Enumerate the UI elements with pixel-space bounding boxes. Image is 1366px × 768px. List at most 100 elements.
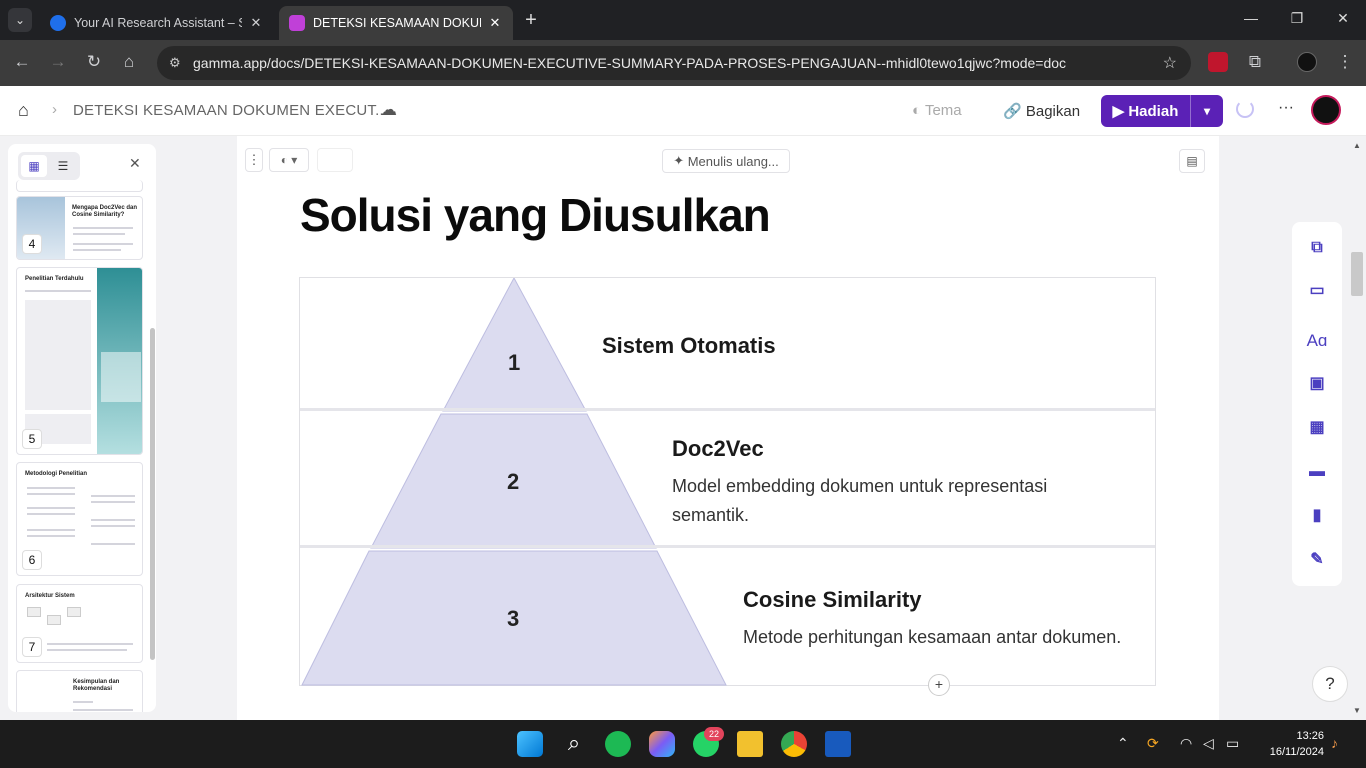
- help-button[interactable]: ?: [1312, 666, 1348, 702]
- url-text: gamma.app/docs/DETEKSI-KESAMAAN-DOKUMEN-…: [193, 55, 1067, 71]
- slide-thumb-5[interactable]: Penelitian Terdahulu 5: [16, 267, 143, 455]
- slide-number: 7: [22, 637, 42, 657]
- add-card-button[interactable]: +: [928, 674, 950, 696]
- level-description: Model embedding dokumen untuk representa…: [672, 476, 1048, 525]
- slide-title: Kesimpulan dan Rekomendasi: [73, 679, 120, 692]
- user-avatar[interactable]: [1311, 95, 1341, 125]
- minimize-icon[interactable]: —: [1228, 10, 1274, 26]
- whatsapp-badge: 22: [704, 727, 724, 741]
- pyramid-row-1[interactable]: 1 Sistem Otomatis: [300, 278, 1155, 411]
- time: 13:26: [1296, 730, 1324, 742]
- slide-thumb-7[interactable]: Arsitektur Sistem 7: [16, 584, 143, 663]
- level-number: 1: [508, 350, 521, 375]
- chrome-icon[interactable]: [781, 731, 807, 757]
- add-card-icon[interactable]: ⧉: [1305, 236, 1329, 260]
- card-menu-icon[interactable]: ⋮: [245, 148, 263, 172]
- browser-menu-icon[interactable]: ⋮: [1334, 52, 1356, 72]
- card-style-icon[interactable]: ◐ ▾: [269, 148, 309, 172]
- slide-thumb-8[interactable]: Kesimpulan dan Rekomendasi: [16, 670, 143, 712]
- extensions-puzzle-icon[interactable]: ⧉: [1244, 52, 1266, 72]
- update-icon[interactable]: ⟳: [1147, 735, 1159, 752]
- chevron-right-icon: ›: [52, 101, 57, 118]
- wifi-icon[interactable]: ◠: [1180, 735, 1192, 752]
- word-icon[interactable]: [825, 731, 851, 757]
- slide-thumb-6[interactable]: Metodologi Penelitian 6: [16, 462, 143, 576]
- browser-tab-strip: ⌄ Your AI Research Assistant – Sci ✕ DET…: [0, 0, 1366, 40]
- reload-icon[interactable]: ↻: [83, 52, 105, 72]
- play-icon: ▶: [1112, 103, 1129, 120]
- scroll-down-icon[interactable]: ▼: [1353, 706, 1361, 715]
- pyramid-diagram: 1 Sistem Otomatis 2 Doc2Vec Model embedd…: [299, 277, 1156, 686]
- scispace-favicon-icon: [50, 15, 66, 31]
- tray-overflow-icon[interactable]: ⌃: [1117, 735, 1129, 752]
- date: 16/11/2024: [1269, 746, 1324, 758]
- slide-thumb-3[interactable]: [16, 180, 143, 192]
- home-icon[interactable]: ⌂: [118, 52, 140, 72]
- breadcrumb[interactable]: DETEKSI KESAMAAN DOKUMEN EXECUT...: [73, 102, 388, 119]
- layout-icon[interactable]: ▭: [1305, 279, 1329, 303]
- pyramid-row-3[interactable]: 3 Cosine Similarity Metode perhitungan k…: [300, 551, 1155, 685]
- copilot-icon[interactable]: [649, 731, 675, 757]
- home-icon[interactable]: ⌂: [18, 100, 29, 121]
- tab-close-icon[interactable]: ✕: [487, 15, 503, 31]
- present-dropdown-icon[interactable]: ▾: [1190, 95, 1223, 127]
- sidebar-scrollbar[interactable]: [150, 328, 155, 660]
- scroll-up-icon[interactable]: ▲: [1353, 141, 1361, 150]
- bookmark-star-icon[interactable]: ☆: [1163, 53, 1177, 73]
- present-button[interactable]: ▶ Hadiah ▾: [1101, 95, 1223, 127]
- rewrite-button[interactable]: ✦ Menulis ulang...: [662, 149, 790, 173]
- share-button[interactable]: 🔗 Bagikan: [1003, 102, 1080, 120]
- extension-icon[interactable]: [1208, 52, 1228, 72]
- address-bar[interactable]: ⚙ gamma.app/docs/DETEKSI-KESAMAAN-DOKUME…: [157, 46, 1191, 80]
- more-options-icon[interactable]: ···: [1278, 99, 1294, 117]
- profile-avatar-icon[interactable]: [1297, 52, 1317, 72]
- volume-icon[interactable]: ◁: [1203, 735, 1214, 752]
- embed-icon[interactable]: ▬: [1305, 460, 1329, 484]
- tab-search-icon[interactable]: ⌄: [8, 8, 32, 32]
- system-clock[interactable]: 13:26 16/11/2024: [1260, 728, 1324, 760]
- windows-taskbar: ⌕ 22 ⌃ ⟳ ◠ ◁ ▭ 13:26 16/11/2024 ♪: [0, 720, 1366, 768]
- notes-icon[interactable]: ▤: [1179, 149, 1205, 173]
- chart-icon[interactable]: ▮: [1305, 504, 1329, 528]
- slide-title: Penelitian Terdahulu: [25, 276, 84, 282]
- cloud-offline-icon: ☁: [380, 100, 397, 119]
- sidebar-close-icon[interactable]: ✕: [129, 155, 141, 172]
- browser-toolbar: ← → ↻ ⌂ ⚙ gamma.app/docs/DETEKSI-KESAMAA…: [0, 40, 1366, 86]
- level-title: Doc2Vec: [672, 436, 764, 461]
- image-icon[interactable]: ▣: [1305, 372, 1329, 396]
- windows-start-icon[interactable]: [517, 731, 543, 757]
- theme-button[interactable]: ◐ Tema: [912, 102, 962, 119]
- level-number: 3: [507, 606, 520, 631]
- site-info-icon[interactable]: ⚙: [169, 55, 181, 71]
- pyramid-row-2[interactable]: 2 Doc2Vec Model embedding dokumen untuk …: [300, 414, 1155, 548]
- rewrite-label: Menulis ulang...: [687, 153, 779, 169]
- slide-number: 4: [22, 234, 42, 254]
- level-title: Sistem Otomatis: [602, 333, 776, 358]
- browser-tab-gamma[interactable]: DETEKSI KESAMAAN DOKUMEN ✕: [279, 6, 513, 40]
- back-icon[interactable]: ←: [11, 52, 33, 72]
- list-view-icon[interactable]: ☰: [50, 155, 76, 177]
- video-icon[interactable]: ▦: [1305, 416, 1329, 440]
- slide-title: Metodologi Penelitian: [25, 471, 88, 477]
- restore-icon[interactable]: ❐: [1274, 10, 1320, 27]
- new-tab-button[interactable]: +: [520, 9, 542, 32]
- forward-icon[interactable]: →: [47, 52, 69, 72]
- text-style-icon[interactable]: Aɑ: [1305, 329, 1329, 353]
- notification-bell-icon[interactable]: ♪: [1331, 735, 1338, 751]
- window-close-icon[interactable]: ✕: [1320, 10, 1366, 27]
- tab-close-icon[interactable]: ✕: [248, 15, 264, 31]
- share-label: Bagikan: [1025, 103, 1081, 120]
- spotify-icon[interactable]: [605, 731, 631, 757]
- search-icon[interactable]: ⌕: [561, 731, 587, 757]
- insert-tool-rail: ⧉ ▭ Aɑ ▣ ▦ ▬ ▮ ✎: [1292, 222, 1342, 586]
- slide-title: Mengapa Doc2Vec dan Cosine Similarity?: [72, 205, 138, 218]
- file-explorer-icon[interactable]: [737, 731, 763, 757]
- edit-icon[interactable]: ✎: [1305, 548, 1329, 572]
- slide-thumb-4[interactable]: Mengapa Doc2Vec dan Cosine Similarity? 4: [16, 196, 143, 260]
- battery-icon[interactable]: ▭: [1226, 735, 1239, 752]
- main-scrollbar[interactable]: [1351, 252, 1363, 296]
- grid-view-icon[interactable]: ▦: [21, 155, 47, 177]
- browser-tab-scispace[interactable]: Your AI Research Assistant – Sci ✕: [40, 6, 274, 40]
- loading-indicator: [317, 148, 353, 172]
- page-title[interactable]: Solusi yang Diusulkan: [300, 188, 771, 242]
